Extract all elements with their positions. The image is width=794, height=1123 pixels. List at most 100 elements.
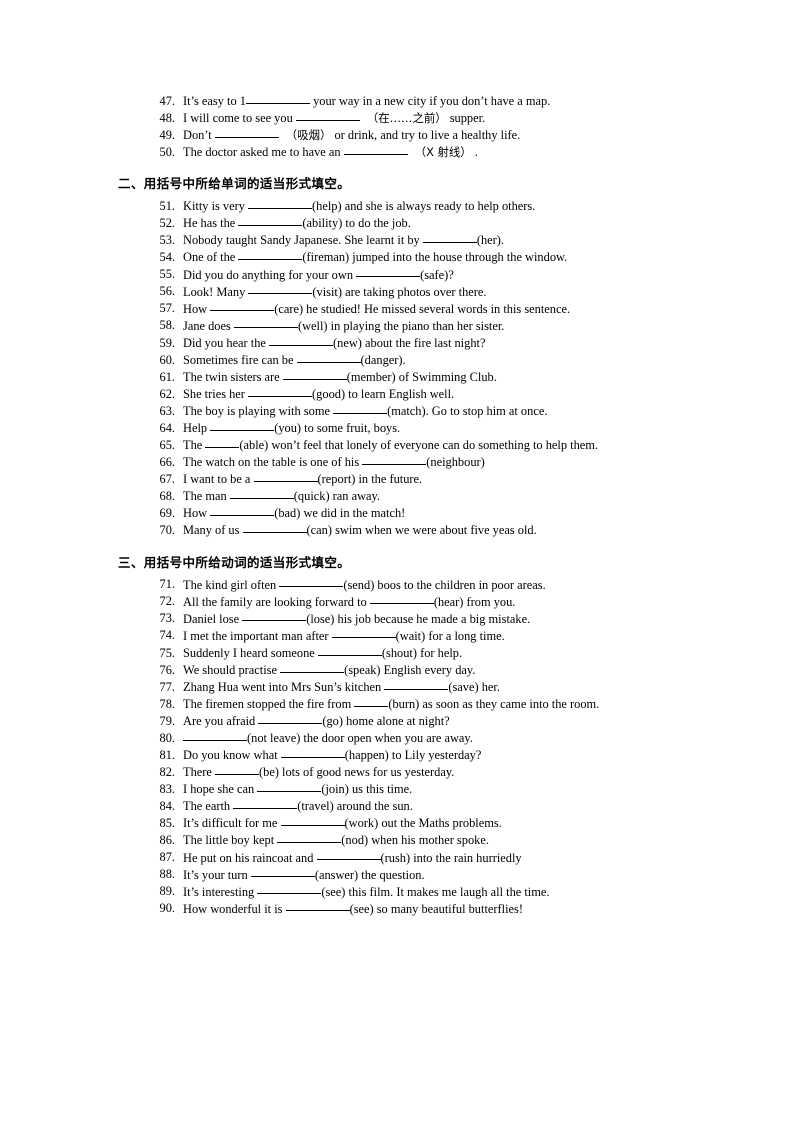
question-text-before-blank: The firemen stopped the fire from [183, 696, 355, 711]
answer-blank[interactable] [277, 830, 342, 844]
answer-blank[interactable] [245, 91, 310, 104]
answer-blank[interactable] [242, 520, 307, 534]
answer-blank[interactable] [258, 711, 323, 724]
answer-blank[interactable] [295, 108, 360, 121]
answer-blank[interactable] [233, 796, 298, 810]
heading-spacer [118, 160, 678, 174]
question-number: 75. [159, 645, 176, 660]
question-text-after-blank: (speak) English every day. [344, 662, 476, 677]
question-text: How wonderful it is (see) so many beauti… [175, 900, 523, 917]
question-number: 72. [159, 594, 176, 609]
question-text-after-blank: (go) home alone at night? [322, 713, 450, 728]
question-text-before-blank: It’s interesting [183, 884, 258, 899]
answer-blank[interactable] [333, 401, 388, 414]
question-text-before-blank: Jane does [183, 318, 234, 333]
question-text-before-blank: Nobody taught Sandy Japanese. She learnt… [183, 233, 423, 248]
question-number: 82. [159, 764, 176, 779]
question-text-before-blank: He has the [183, 216, 239, 231]
question-item: 68. The man (quick) ran away. [118, 487, 678, 504]
question-number: 76. [159, 662, 176, 677]
question-text: There (be) lots of good news for us yest… [175, 763, 454, 780]
question-text-after-blank: your way in a new city if you don’t have… [309, 93, 551, 108]
answer-blank[interactable] [285, 899, 350, 912]
answer-blank[interactable] [279, 575, 344, 588]
answer-blank[interactable] [384, 677, 449, 690]
question-text-after-blank: (member) of Swimming Club. [346, 369, 497, 384]
answer-blank[interactable] [250, 865, 315, 878]
question-number: 55. [159, 267, 176, 282]
question-item: 78. The firemen stopped the fire from (bu… [118, 695, 678, 712]
question-item: 84. The earth (travel) around the sun. [118, 797, 678, 814]
answer-blank[interactable] [215, 762, 259, 775]
question-text-after-blank: (new) about the fire last night? [333, 335, 486, 350]
answer-blank[interactable] [238, 213, 303, 227]
answer-blank[interactable] [210, 418, 275, 431]
section-section-three: 三、用括号中所给动词的适当形式填空。 71. The kind girl often… [118, 539, 678, 917]
answer-blank[interactable] [280, 745, 345, 758]
answer-blank[interactable] [248, 196, 313, 210]
answer-blank[interactable] [280, 813, 345, 827]
question-number: 64. [159, 420, 176, 435]
answer-blank[interactable] [253, 469, 318, 483]
chinese-hint: （吸烟） [285, 127, 332, 142]
answer-blank[interactable] [280, 660, 345, 673]
question-text-before-blank: Are you afraid [183, 713, 259, 728]
question-item: 72. All the family are looking forward to… [118, 593, 678, 610]
question-text-before-blank: I want to be a [183, 472, 254, 487]
answer-blank[interactable] [257, 779, 322, 793]
page-content: 47. It’s easy to 1 your way in a new city… [118, 92, 678, 917]
answer-blank[interactable] [296, 350, 361, 363]
answer-blank[interactable] [354, 694, 389, 707]
answer-blank[interactable] [214, 125, 279, 138]
question-item: 69. How (bad) we did in the match! [118, 504, 678, 521]
answer-blank[interactable] [331, 626, 396, 639]
answer-blank[interactable] [369, 592, 434, 605]
answer-blank[interactable] [229, 486, 294, 500]
question-text: How (care) he studied! He missed several… [175, 300, 570, 317]
question-text: Jane does (well) in playing the piano th… [175, 317, 504, 334]
answer-blank[interactable] [356, 265, 421, 278]
question-item: 51. Kitty is very (help) and she is alway… [118, 197, 678, 214]
question-item: 82. There (be) lots of good news for us y… [118, 763, 678, 780]
answer-blank[interactable] [257, 882, 322, 895]
question-item: 87. He put on his raincoat and (rush) int… [118, 849, 678, 866]
question-text: The boy is playing with some (match). Go… [175, 402, 547, 419]
question-text: Nobody taught Sandy Japanese. She learnt… [175, 231, 504, 248]
answer-blank[interactable] [248, 384, 313, 397]
answer-blank[interactable] [242, 609, 307, 622]
question-text-after-blank: or drink, and try to live a healthy life… [331, 127, 521, 142]
answer-blank[interactable] [210, 503, 275, 517]
question-text-before-blank: The man [183, 489, 230, 504]
question-text-after-blank: . [471, 144, 478, 159]
question-text-after-blank: (travel) around the sun. [297, 799, 413, 814]
answer-blank[interactable] [269, 333, 334, 346]
answer-blank[interactable] [183, 728, 247, 741]
question-text-before-blank: I will come to see you [183, 110, 296, 125]
answer-blank[interactable] [238, 247, 303, 261]
question-text-before-blank: All the family are looking forward to [183, 594, 370, 609]
answer-blank[interactable] [282, 367, 347, 380]
answer-blank[interactable] [316, 848, 381, 861]
question-text-after-blank: (join) us this time. [321, 782, 413, 797]
answer-blank[interactable] [317, 643, 382, 656]
answer-blank[interactable] [248, 282, 313, 295]
heading-spacer [118, 539, 678, 553]
answer-blank[interactable] [210, 299, 275, 312]
question-text-after-blank: (not leave) the door open when you are a… [247, 730, 473, 745]
answer-blank[interactable] [233, 316, 298, 329]
section-section-one-continued: 47. It’s easy to 1 your way in a new city… [118, 92, 678, 160]
question-item: 74. I met the important man after (wait) … [118, 627, 678, 644]
question-number: 60. [159, 352, 176, 367]
answer-blank[interactable] [422, 230, 477, 244]
answer-blank[interactable] [362, 452, 427, 465]
question-text-before-blank: I hope she can [183, 782, 258, 797]
answer-blank[interactable] [343, 142, 408, 155]
question-text: I met the important man after (wait) for… [175, 627, 505, 644]
question-item: 71. The kind girl often (send) boos to th… [118, 576, 678, 593]
question-number: 53. [159, 233, 176, 248]
answer-blank[interactable] [205, 435, 240, 448]
question-text-before-blank: Did you do anything for your own [183, 267, 357, 282]
question-number: 90. [159, 901, 176, 916]
question-text-before-blank: How wonderful it is [183, 901, 286, 916]
question-text: The watch on the table is one of his (ne… [175, 453, 485, 470]
